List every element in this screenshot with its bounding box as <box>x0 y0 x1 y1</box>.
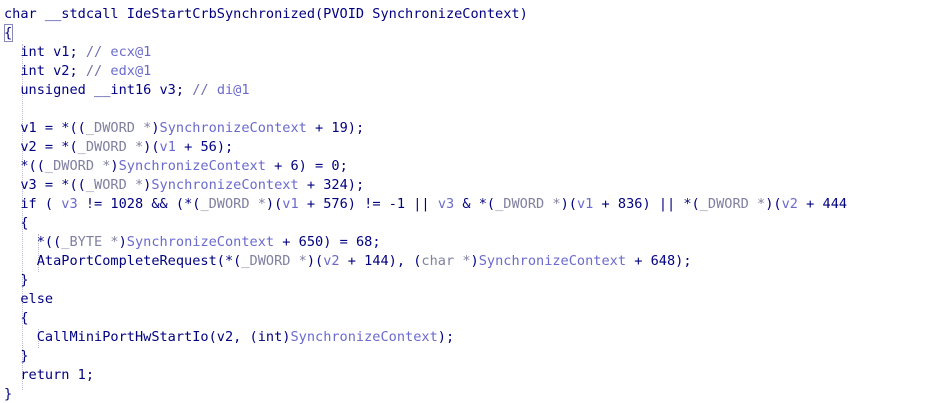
code-token: _BYTE * <box>61 234 119 250</box>
code-token[interactable]: SynchronizeContext <box>479 253 626 269</box>
code-line[interactable]: CallMiniPortHwStartIo(v2, (int)Synchroni… <box>4 328 847 347</box>
code-token: + 648); <box>626 253 692 269</box>
code-token: _DWORD * <box>699 196 766 212</box>
code-line[interactable]: int v2; // edx@1 <box>4 62 847 81</box>
code-token: _DWORD * <box>200 196 266 212</box>
code-token: + 836) || *( <box>593 196 700 212</box>
pseudocode-view[interactable]: char __stdcall IdeStartCrbSynchronized(P… <box>0 0 931 403</box>
code-line[interactable]: } <box>4 271 847 290</box>
code-token: + 650) = 68; <box>274 234 381 250</box>
code-token[interactable]: di@1 <box>217 82 250 98</box>
code-line[interactable]: if ( v3 != 1028 && (*(_DWORD *)(v1 + 576… <box>4 195 847 214</box>
code-token: ) <box>151 120 160 136</box>
code-token: // <box>85 44 111 60</box>
code-token[interactable]: SynchronizeContext <box>290 329 437 345</box>
code-line[interactable]: *((_BYTE *)SynchronizeContext + 650) = 6… <box>4 233 847 252</box>
code-token: } <box>4 348 29 364</box>
code-token: _DWORD * <box>241 253 307 269</box>
code-token: int v2; <box>4 63 86 79</box>
code-token[interactable]: v3 <box>61 196 77 212</box>
code-token: } <box>4 386 13 402</box>
code-token: v3 = *(( <box>4 177 86 193</box>
code-token[interactable]: v2 <box>782 196 798 212</box>
code-line[interactable]: { <box>4 309 847 328</box>
code-line[interactable]: v2 = *(_DWORD *)(v1 + 56); <box>4 138 847 157</box>
code-token: ) <box>470 253 479 269</box>
code-line[interactable]: char __stdcall IdeStartCrbSynchronized(P… <box>4 5 847 24</box>
code-token: + 324); <box>298 177 365 193</box>
code-token: ); <box>437 329 455 345</box>
code-token: return 1; <box>4 367 95 383</box>
code-token: & *( <box>454 196 496 212</box>
code-token: { <box>4 25 13 41</box>
code-token: + 576) != -1 || <box>298 196 438 212</box>
code-token: AtaPortCompleteRequest(*( <box>4 253 242 269</box>
code-token: != 1028 && (*( <box>77 196 201 212</box>
code-line[interactable]: v1 = *((_DWORD *)SynchronizeContext + 19… <box>4 119 847 138</box>
code-line[interactable]: int v1; // ecx@1 <box>4 43 847 62</box>
code-token: + 19); <box>306 120 365 136</box>
code-token[interactable]: v2 <box>323 253 339 269</box>
code-token: )( <box>765 196 782 212</box>
code-token: // <box>85 63 111 79</box>
code-token: v2 = *( <box>4 139 78 155</box>
code-token: )( <box>560 196 577 212</box>
code-token: + 6) = 0; <box>265 158 348 174</box>
code-line[interactable]: v3 = *((_WORD *)SynchronizeContext + 324… <box>4 176 847 195</box>
code-line[interactable]: return 1; <box>4 366 847 385</box>
code-token: } <box>4 272 29 288</box>
code-token: _DWORD * <box>77 139 144 155</box>
code-line[interactable]: else <box>4 290 847 309</box>
code-line[interactable]: } <box>4 385 847 403</box>
code-line[interactable]: { <box>4 214 847 233</box>
code-token[interactable]: ecx@1 <box>110 44 151 60</box>
code-token[interactable]: v1 <box>160 139 176 155</box>
code-token: ) <box>118 234 127 250</box>
code-token: ) <box>110 158 119 174</box>
code-token: )( <box>265 196 283 212</box>
code-token: if ( <box>4 196 62 212</box>
code-token[interactable]: v3 <box>438 196 454 212</box>
code-listing[interactable]: char __stdcall IdeStartCrbSynchronized(P… <box>4 5 847 403</box>
code-token: { <box>4 310 29 326</box>
code-line[interactable]: } <box>4 347 847 366</box>
code-token: else <box>4 291 54 307</box>
code-token: _DWORD * <box>44 158 111 174</box>
code-line[interactable]: AtaPortCompleteRequest(*(_DWORD *)(v2 + … <box>4 252 847 271</box>
code-line[interactable]: unsigned __int16 v3; // di@1 <box>4 81 847 100</box>
code-token: unsigned __int16 v3; <box>4 82 193 98</box>
code-token: )( <box>306 253 324 269</box>
code-token: { <box>4 215 29 231</box>
code-token: char * <box>421 253 471 269</box>
code-token: + 56); <box>175 139 234 155</box>
code-token: *(( <box>4 234 62 250</box>
code-token[interactable]: SynchronizeContext <box>151 177 298 193</box>
code-token: _DWORD * <box>495 196 561 212</box>
code-token[interactable]: v1 <box>577 196 593 212</box>
code-token: CallMiniPortHwStartIo(v2, (int) <box>4 329 291 345</box>
code-token: int v1; <box>4 44 86 60</box>
code-token[interactable]: v1 <box>282 196 298 212</box>
code-token: char __stdcall IdeStartCrbSynchronized(P… <box>4 6 528 22</box>
code-token[interactable]: SynchronizeContext <box>119 158 266 174</box>
code-line[interactable]: { <box>4 24 847 43</box>
code-token[interactable]: edx@1 <box>110 63 151 79</box>
code-line[interactable]: *((_DWORD *)SynchronizeContext + 6) = 0; <box>4 157 847 176</box>
code-token: + 144), ( <box>339 253 422 269</box>
code-token: )( <box>143 139 160 155</box>
code-token: _DWORD * <box>85 120 152 136</box>
code-token: _WORD * <box>85 177 144 193</box>
code-token: // <box>192 82 217 98</box>
code-line[interactable] <box>4 100 847 119</box>
code-token[interactable]: SynchronizeContext <box>160 120 307 136</box>
code-token: v1 = *(( <box>4 120 86 136</box>
code-token: + 444 <box>797 196 848 212</box>
code-token[interactable]: SynchronizeContext <box>127 234 274 250</box>
code-token: *(( <box>4 158 45 174</box>
